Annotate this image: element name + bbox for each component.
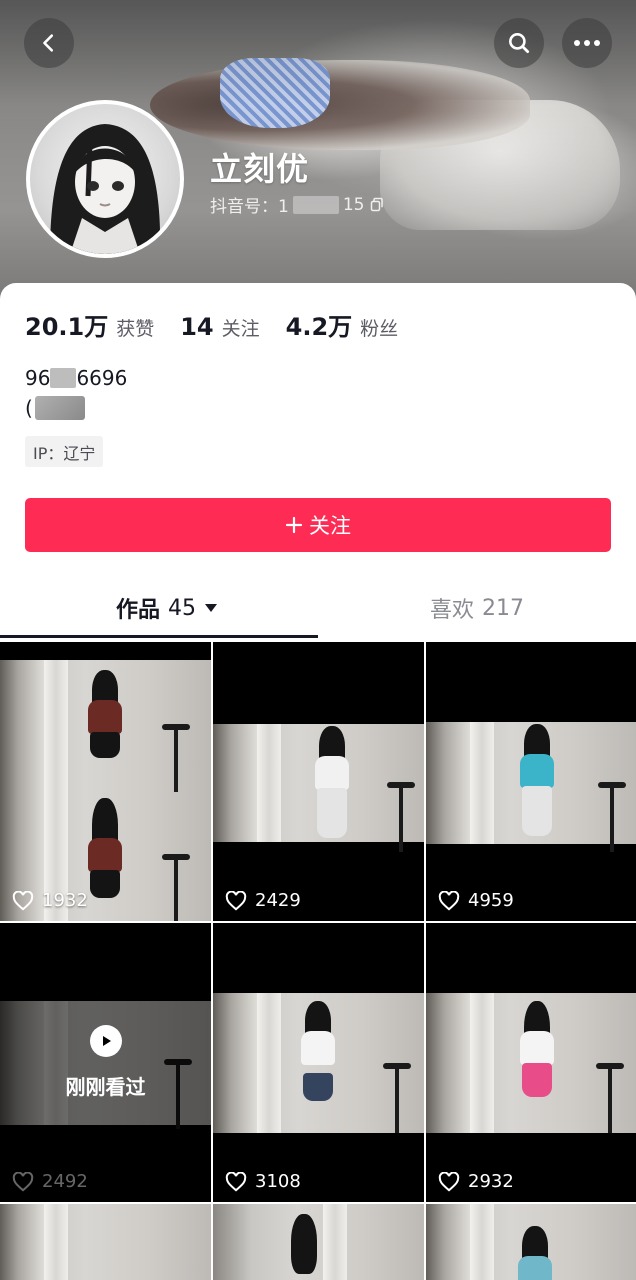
plus-icon: [285, 516, 303, 534]
video-like-count: 2429: [225, 890, 301, 911]
search-icon: [509, 33, 530, 54]
stats-row: 20.1万 获赞 14 关注 4.2万 粉丝: [25, 307, 398, 342]
username: 立刻优: [210, 150, 310, 188]
more-button[interactable]: [562, 18, 612, 68]
more-dots-icon: [574, 40, 600, 46]
video-tile[interactable]: 2932: [426, 923, 636, 1202]
content-tabs: 作品 45 喜欢 217: [0, 580, 636, 642]
follow-button[interactable]: 关注: [25, 498, 611, 552]
bio-redacted: [50, 368, 77, 388]
douyin-id[interactable]: 抖音号：1 15: [210, 192, 384, 217]
search-button[interactable]: [494, 18, 544, 68]
video-like-count: 1932: [12, 890, 88, 911]
ip-location-tag: IP：辽宁: [25, 436, 104, 467]
video-tile-recently-watched[interactable]: 刚刚看过 2492: [0, 923, 211, 1202]
video-tile[interactable]: 4959: [426, 642, 636, 921]
video-like-count: 2492: [12, 1171, 88, 1192]
douyin-id-prefix: 抖音号：1: [210, 197, 289, 217]
recently-watched-overlay: 刚刚看过: [0, 923, 211, 1202]
video-tile[interactable]: [426, 1204, 636, 1280]
video-tile[interactable]: [213, 1204, 424, 1280]
video-like-count: 2932: [438, 1171, 514, 1192]
stat-following[interactable]: 14 关注: [180, 313, 259, 341]
video-tile[interactable]: 1932: [0, 642, 211, 921]
follow-button-label: 关注: [309, 514, 351, 538]
back-button[interactable]: [24, 18, 74, 68]
avatar-illustration: [50, 124, 161, 254]
douyin-id-redacted: [292, 195, 339, 214]
heart-icon: [225, 1171, 247, 1191]
copy-icon[interactable]: [368, 197, 384, 213]
profile-banner: 立刻优 抖音号：1 15: [0, 0, 636, 300]
chevron-left-icon: [43, 34, 54, 52]
stat-likes[interactable]: 20.1万 获赞: [25, 307, 154, 342]
heart-icon: [12, 890, 34, 910]
heart-icon: [225, 890, 247, 910]
stat-followers[interactable]: 4.2万 粉丝: [286, 307, 399, 342]
tab-likes[interactable]: 喜欢 217: [430, 592, 524, 624]
video-tile[interactable]: 3108: [213, 923, 424, 1202]
tab-works[interactable]: 作品 45: [116, 592, 218, 624]
avatar[interactable]: [26, 100, 184, 258]
heart-icon: [438, 1171, 460, 1191]
caret-down-icon[interactable]: [204, 603, 218, 613]
bio-line-1: 96 6696: [25, 366, 128, 390]
video-like-count: 3108: [225, 1171, 301, 1192]
douyin-id-suffix: 15: [342, 194, 365, 215]
bio-line-2: (: [25, 396, 85, 420]
video-tile[interactable]: 2429: [213, 642, 424, 921]
heart-icon: [438, 890, 460, 910]
heart-icon: [12, 1171, 34, 1191]
video-like-count: 4959: [438, 890, 514, 911]
tab-active-indicator: [0, 635, 318, 638]
bio-redacted-2: [34, 396, 85, 420]
video-tile[interactable]: [0, 1204, 211, 1280]
play-icon: [89, 1025, 122, 1057]
